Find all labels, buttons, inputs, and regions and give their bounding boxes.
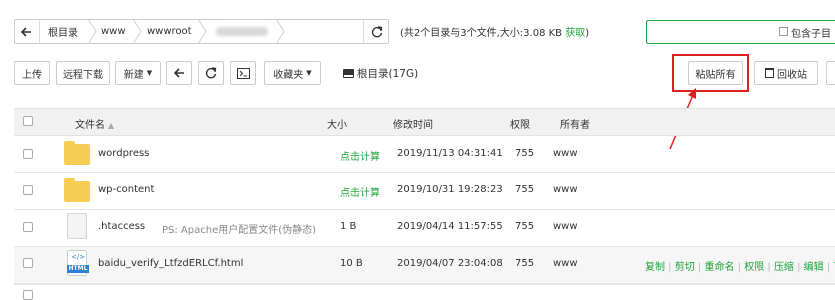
table-row[interactable]: [14, 284, 835, 294]
back-button[interactable]: [14, 19, 40, 44]
redacted-segment[interactable]: [216, 27, 268, 36]
folder-icon: [64, 178, 90, 202]
edit-link[interactable]: 编辑: [804, 262, 824, 273]
permission[interactable]: 755: [515, 184, 534, 195]
favorites-label: 收藏夹: [273, 69, 304, 81]
chevron-right-icon: [275, 19, 285, 44]
caret-down-icon: ▼: [146, 69, 153, 77]
file-name[interactable]: baidu_verify_LtfzdERLCf.html: [98, 258, 243, 269]
file-icon: [67, 213, 87, 239]
owner: www: [553, 258, 578, 269]
permission-link[interactable]: 权限: [744, 262, 764, 273]
trash-icon: [765, 68, 774, 78]
chevron-right-icon: [132, 19, 142, 44]
permission[interactable]: 755: [515, 221, 534, 232]
select-all-checkbox[interactable]: [23, 116, 33, 126]
permission[interactable]: 755: [515, 258, 534, 269]
arrow-left-icon: [173, 68, 184, 78]
modified-time: 2019/10/31 19:28:23: [397, 184, 503, 195]
directory-summary: (共2个目录与3个文件,大小:3.08 KB 获取): [400, 24, 589, 39]
terminal-icon: [236, 67, 250, 79]
disk-root-info: 根目录(17G): [343, 66, 418, 81]
terminal-button[interactable]: [230, 61, 256, 85]
summary-close: ): [585, 28, 590, 39]
modified-time: 2019/04/07 23:04:08: [397, 258, 503, 269]
permission[interactable]: 755: [515, 148, 534, 159]
owner: www: [553, 184, 578, 195]
col-header-perm[interactable]: 权限: [510, 116, 530, 131]
breadcrumb-wwwroot[interactable]: wwwroot: [147, 19, 192, 44]
col-header-modified[interactable]: 修改时间: [393, 116, 433, 131]
rename-link[interactable]: 重命名: [704, 262, 734, 273]
copy-link[interactable]: 复制: [645, 262, 665, 273]
back-dir-button[interactable]: [166, 61, 192, 85]
disk-root-label: 根目录(17G): [357, 68, 419, 80]
row-checkbox[interactable]: [23, 290, 33, 300]
remote-download-button[interactable]: 远程下载: [56, 61, 110, 85]
row-checkbox[interactable]: [23, 149, 33, 159]
owner: www: [553, 148, 578, 159]
hard-drive-icon: [343, 69, 354, 78]
col-name-label: 文件名: [75, 120, 105, 131]
file-name[interactable]: wp-content: [98, 184, 154, 195]
breadcrumb-root[interactable]: 根目录: [48, 19, 78, 44]
folder-icon: [64, 141, 90, 165]
file-size: 1 B: [340, 221, 357, 232]
refresh-list-button[interactable]: [198, 61, 224, 85]
upload-button[interactable]: 上传: [14, 61, 50, 85]
cut-link[interactable]: 剪切: [675, 262, 695, 273]
sort-asc-icon: ▲: [108, 121, 115, 130]
modified-time: 2019/11/13 04:31:41: [397, 148, 503, 159]
file-name[interactable]: wordpress: [98, 148, 149, 159]
include-subdir-label: 包含子目: [791, 29, 831, 40]
row-checkbox[interactable]: [23, 258, 33, 268]
recycle-bin-label: 回收站: [777, 69, 807, 81]
include-subdir-checkbox[interactable]: [779, 27, 788, 36]
summary-text: (共2个目录与3个文件,大小:3.08 KB: [400, 28, 563, 39]
calc-size-link[interactable]: 点击计算: [340, 184, 380, 199]
html-file-icon: </> HTML: [67, 250, 89, 276]
row-checkbox[interactable]: [23, 222, 33, 232]
recycle-bin-button[interactable]: 回收站: [754, 61, 818, 85]
col-header-owner[interactable]: 所有者: [560, 116, 590, 131]
refresh-icon: [371, 25, 382, 37]
modified-time: 2019/04/14 11:57:55: [397, 221, 503, 232]
more-toolbar-button[interactable]: [826, 61, 835, 85]
row-checkbox[interactable]: [23, 185, 33, 195]
new-label: 新建: [123, 69, 144, 81]
chevron-right-icon: [197, 19, 207, 44]
caret-down-icon: ▼: [306, 69, 312, 77]
breadcrumb-www[interactable]: www: [101, 19, 126, 44]
chevron-right-icon: [87, 19, 97, 44]
fetch-size-link[interactable]: 获取: [565, 28, 585, 39]
new-dropdown-button[interactable]: 新建 ▼: [115, 61, 161, 85]
file-note: PS: Apache用户配置文件(伪静态): [162, 225, 317, 236]
refresh-icon: [205, 67, 217, 79]
refresh-button[interactable]: [363, 19, 389, 44]
file-name[interactable]: .htaccess: [98, 221, 145, 232]
calc-size-link[interactable]: 点击计算: [340, 148, 380, 163]
favorites-dropdown-button[interactable]: 收藏夹 ▼: [264, 61, 321, 85]
arrow-left-icon: [21, 26, 31, 37]
file-size: 10 B: [340, 258, 363, 269]
owner: www: [553, 221, 578, 232]
col-header-name[interactable]: 文件名 ▲: [75, 116, 114, 131]
compress-link[interactable]: 压缩: [774, 262, 794, 273]
col-header-size[interactable]: 大小: [327, 116, 347, 131]
row-actions: 复制 | 剪切 | 重命名 | 权限 | 压缩 | 编辑 | 下: [645, 258, 835, 273]
